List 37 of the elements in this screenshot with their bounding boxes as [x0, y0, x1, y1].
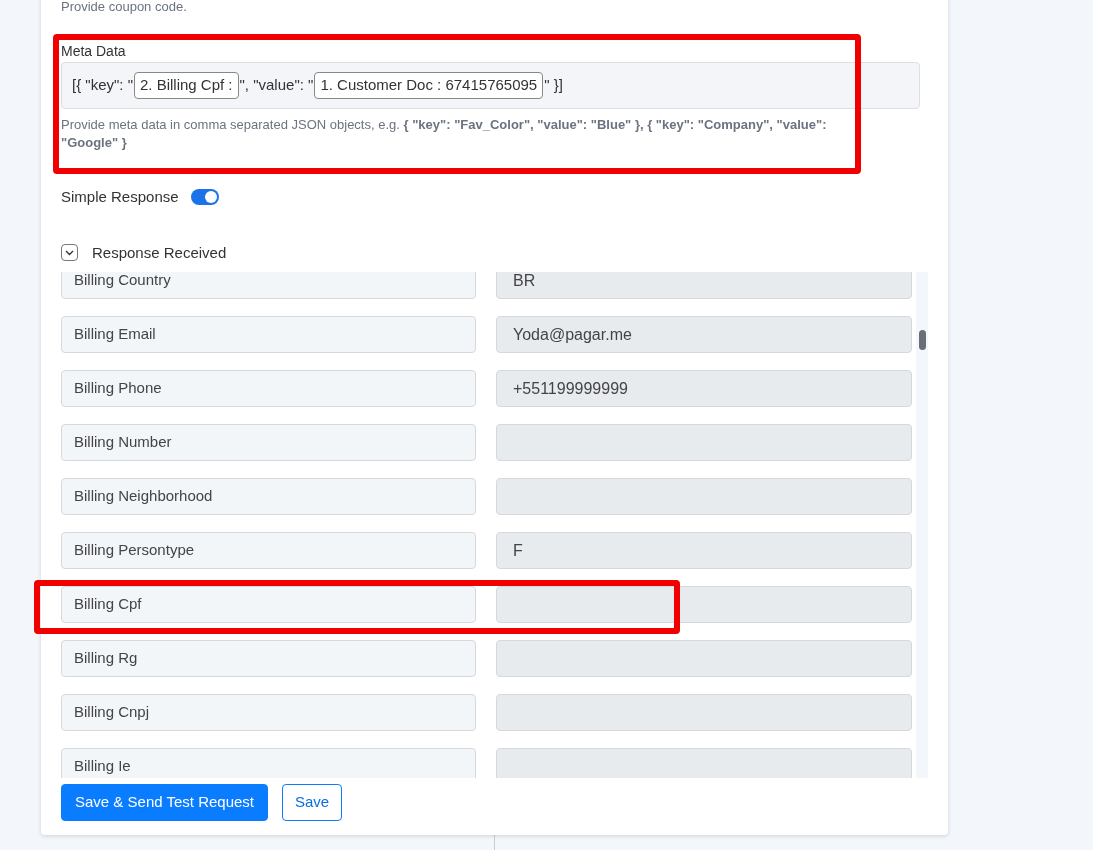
field-text: " }] — [544, 75, 563, 96]
field-name-input[interactable]: Billing Country — [61, 272, 476, 299]
field-name-input[interactable]: Billing Phone — [61, 370, 476, 407]
value-textarea[interactable] — [496, 478, 912, 515]
field-token[interactable]: 1. Customer Doc : 67415765095 — [314, 72, 544, 99]
value-textarea[interactable]: BR — [496, 272, 912, 299]
scrollbar-thumb[interactable] — [919, 330, 926, 350]
field-name-input[interactable]: Billing Rg — [61, 640, 476, 677]
field-name-input[interactable]: Billing Persontype — [61, 532, 476, 569]
field-name-input[interactable]: Billing Email — [61, 316, 476, 353]
value-textarea[interactable] — [496, 694, 912, 731]
field-name-input[interactable]: Billing Neighborhood — [61, 478, 476, 515]
save-button[interactable]: Save — [282, 784, 343, 821]
coupon-hint: Provide coupon code. — [61, 0, 188, 14]
value-textarea[interactable] — [496, 748, 912, 778]
send-test-button[interactable]: Save & Send Test Request — [61, 784, 268, 821]
field-token[interactable]: 2. Billing Cpf : — [134, 72, 239, 99]
value-textarea[interactable]: +551199999999 — [496, 370, 912, 407]
value-textarea[interactable] — [496, 586, 912, 623]
value-textarea[interactable]: Yoda@pagar.me — [496, 316, 912, 353]
value-textarea[interactable]: F — [496, 532, 912, 569]
collapse-toggle[interactable] — [61, 244, 78, 262]
field-text: ", "value": " — [239, 75, 314, 96]
field-hint: Provide meta data in comma separated JSON objects, e.g. { "key": "Fav_Color", "value": "Blue" }, { "key": "Company", "value": "Google" } — [61, 116, 828, 152]
toggle-switch[interactable] — [190, 189, 219, 206]
field-name-input[interactable]: Billing Cpf — [61, 586, 476, 623]
value-textarea[interactable] — [496, 424, 912, 461]
toggle-label: Simple Response — [61, 187, 179, 207]
field-label: Meta Data — [61, 43, 127, 59]
field-text: [{ "key": " — [72, 75, 133, 96]
chevron-down-icon — [65, 249, 74, 256]
field-name-input[interactable]: Billing Number — [61, 424, 476, 461]
value-textarea[interactable] — [496, 640, 912, 677]
meta-data-field[interactable]: [{ "key": " 2. Billing Cpf : ", "value": " 1. Customer Doc : 67415765095 " }] — [61, 62, 920, 109]
field-name-input[interactable]: Billing Cnpj — [61, 694, 476, 731]
section-title: Response Received — [92, 242, 227, 263]
field-name-input[interactable]: Billing Ie — [61, 748, 476, 778]
